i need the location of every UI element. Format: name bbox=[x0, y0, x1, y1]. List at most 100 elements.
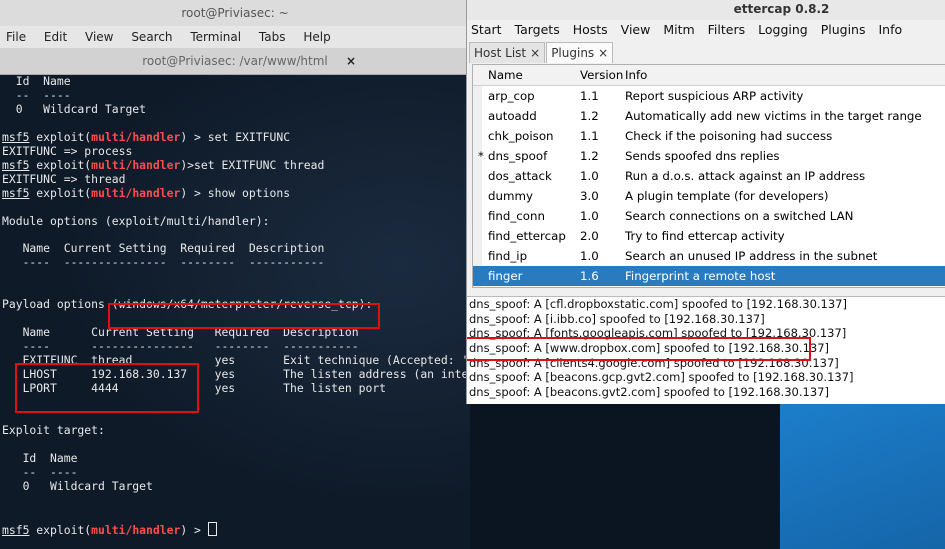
tab-close-icon[interactable]: × bbox=[346, 48, 356, 74]
plugin-version: 2.0 bbox=[580, 229, 599, 243]
plugin-version: 1.6 bbox=[580, 269, 599, 283]
ettercap-window: ettercap 0.8.2 Start Targets Hosts View … bbox=[466, 0, 945, 404]
menu-logging[interactable]: Logging bbox=[758, 22, 808, 37]
terminal-line: Id Name bbox=[2, 74, 470, 89]
plugin-version: 1.2 bbox=[580, 109, 599, 123]
terminal-window: root@Priviasec: ~ File Edit View Search … bbox=[0, 0, 470, 549]
tab-host-list-label: Host List bbox=[474, 46, 527, 60]
terminal-text-segment: exploit( bbox=[29, 185, 92, 200]
terminal-text-segment: ) > bbox=[180, 522, 208, 537]
terminal-line: EXITFUNC => thread bbox=[2, 172, 470, 187]
plugin-version: 1.1 bbox=[580, 129, 599, 143]
column-version[interactable]: Version bbox=[580, 65, 623, 85]
plugin-row-arp_cop[interactable]: arp_cop 1.1 Report suspicious ARP activity bbox=[473, 86, 945, 106]
plugin-info: Fingerprint a remote host bbox=[625, 269, 776, 283]
menu-mitm[interactable]: Mitm bbox=[663, 22, 694, 37]
menu-help[interactable]: Help bbox=[303, 30, 330, 44]
terminal-titlebar[interactable]: root@Priviasec: ~ bbox=[0, 0, 470, 26]
terminal-text-segment: exploit( bbox=[29, 522, 92, 537]
payload-highlight-box bbox=[108, 303, 380, 329]
terminal-line: Module options (exploit/multi/handler): bbox=[2, 213, 470, 229]
plugin-info: Sends spoofed dns replies bbox=[625, 149, 780, 163]
menu-file[interactable]: File bbox=[6, 30, 26, 44]
options-highlight-box bbox=[15, 363, 199, 413]
log-line: dns_spoof: A [beacons.gvt2.com] spoofed … bbox=[469, 385, 829, 400]
ettercap-titlebar[interactable]: ettercap 0.8.2 bbox=[467, 0, 945, 20]
tab-plugins-label: Plugins bbox=[551, 46, 595, 60]
plugin-name: find_conn bbox=[488, 209, 545, 223]
plugin-row-autoadd[interactable]: autoadd 1.2 Automatically add new victims … bbox=[473, 106, 945, 126]
column-name[interactable]: Name bbox=[488, 65, 523, 85]
plugin-version: 1.0 bbox=[580, 249, 599, 263]
ettercap-title: ettercap 0.8.2 bbox=[733, 2, 830, 16]
terminal-text-segment: -- ---- bbox=[2, 87, 71, 102]
plugin-row-chk_poison[interactable]: chk_poison 1.1 Check if the poisoning had … bbox=[473, 126, 945, 146]
plugin-info: Try to find ettercap activity bbox=[625, 229, 785, 243]
menu-targets[interactable]: Targets bbox=[515, 22, 560, 37]
menu-tabs[interactable]: Tabs bbox=[259, 30, 286, 44]
terminal-text-segment: Module options (exploit/multi/handler): bbox=[2, 213, 270, 228]
plugin-row-dummy[interactable]: dummy 3.0 A plugin template (for developer… bbox=[473, 186, 945, 206]
log-line: dns_spoof: A [i.ibb.co] spoofed to [192.… bbox=[469, 311, 765, 326]
plugin-info: Report suspicious ARP activity bbox=[625, 89, 804, 103]
terminal-text-segment: ) > set EXITFUNC bbox=[180, 129, 291, 144]
plugin-version: 1.0 bbox=[580, 169, 599, 183]
plugin-row-find_ettercap[interactable]: find_ettercap 2.0 Try to find ettercap act… bbox=[473, 226, 945, 246]
terminal-line: msf5 exploit(multi/handler) > set EXITFU… bbox=[2, 129, 470, 145]
prompt-label: msf5 bbox=[2, 522, 30, 537]
terminal-cursor bbox=[207, 521, 217, 536]
plugin-name: chk_poison bbox=[488, 129, 554, 143]
module-name: multi/handler bbox=[91, 522, 181, 537]
terminal-line: 0 Wildcard Target bbox=[2, 102, 470, 117]
prompt-label: msf5 bbox=[2, 157, 30, 172]
terminal-text-segment: Exploit target: bbox=[2, 422, 105, 437]
plugin-row-finger[interactable]: finger 1.6 Fingerprint a remote host bbox=[473, 266, 945, 286]
terminal-tab[interactable]: root@Priviasec: /var/www/html × bbox=[0, 48, 470, 75]
column-info[interactable]: Info bbox=[625, 65, 647, 85]
plugin-active-mark: * bbox=[478, 149, 484, 163]
tab-plugins[interactable]: Plugins × bbox=[546, 42, 614, 63]
menu-hosts[interactable]: Hosts bbox=[573, 22, 608, 37]
plugin-row-dns_spoof[interactable]: * dns_spoof 1.2 Sends spoofed dns replies bbox=[473, 146, 945, 166]
tab-host-list[interactable]: Host List × bbox=[469, 42, 546, 63]
dropbox-highlight-box bbox=[467, 337, 811, 361]
close-icon[interactable]: × bbox=[598, 46, 608, 60]
terminal-text-segment: exploit( bbox=[29, 157, 92, 172]
plugins-table-header: Name Version Info bbox=[473, 65, 945, 86]
menu-filters[interactable]: Filters bbox=[708, 22, 745, 37]
menu-terminal[interactable]: Terminal bbox=[190, 30, 241, 44]
terminal-title: root@Priviasec: ~ bbox=[181, 6, 289, 20]
terminal-text-segment: 0 Wildcard Target bbox=[2, 478, 153, 493]
menu-plugins[interactable]: Plugins bbox=[821, 22, 866, 37]
terminal-text-segment: -- ---- bbox=[2, 464, 78, 479]
terminal-text-segment: ---- --------------- -------- ----------… bbox=[2, 339, 359, 354]
plugin-version: 1.1 bbox=[580, 89, 599, 103]
terminal-output[interactable]: Id Name -- ---- 0 Wildcard Target msf5 e… bbox=[0, 74, 470, 549]
plugin-row-dos_attack[interactable]: dos_attack 1.0 Run a d.o.s. attack against… bbox=[473, 166, 945, 186]
terminal-line: Exploit target: bbox=[2, 422, 470, 438]
terminal-line: Id Name bbox=[2, 450, 470, 466]
menu-info[interactable]: Info bbox=[878, 22, 902, 37]
plugin-name: arp_cop bbox=[488, 89, 535, 103]
menu-view[interactable]: View bbox=[85, 30, 113, 44]
prompt-label: msf5 bbox=[2, 185, 30, 200]
close-icon[interactable]: × bbox=[530, 46, 540, 60]
menu-edit[interactable]: Edit bbox=[44, 30, 67, 44]
terminal-line: Name Current Setting Required Descriptio… bbox=[2, 241, 470, 256]
terminal-text-segment: Id Name bbox=[2, 450, 78, 465]
log-line: dns_spoof: A [beacons.gcp.gvt2.com] spoo… bbox=[469, 370, 854, 385]
plugin-row-find_conn[interactable]: find_conn 1.0 Search connections on a swit… bbox=[473, 206, 945, 226]
plugin-info: Search connections on a switched LAN bbox=[625, 209, 854, 223]
module-name: multi/handler bbox=[91, 129, 181, 144]
plugin-info: Run a d.o.s. attack against an IP addres… bbox=[625, 169, 866, 183]
menu-view[interactable]: View bbox=[621, 22, 651, 37]
plugins-table-body: arp_cop 1.1 Report suspicious ARP activity… bbox=[473, 86, 945, 286]
menu-search[interactable]: Search bbox=[131, 30, 172, 44]
menu-start[interactable]: Start bbox=[471, 22, 502, 37]
plugin-row-find_ip[interactable]: find_ip 1.0 Search an unused IP address in… bbox=[473, 246, 945, 266]
terminal-text-segment: Name Current Setting Required Descriptio… bbox=[2, 241, 325, 256]
